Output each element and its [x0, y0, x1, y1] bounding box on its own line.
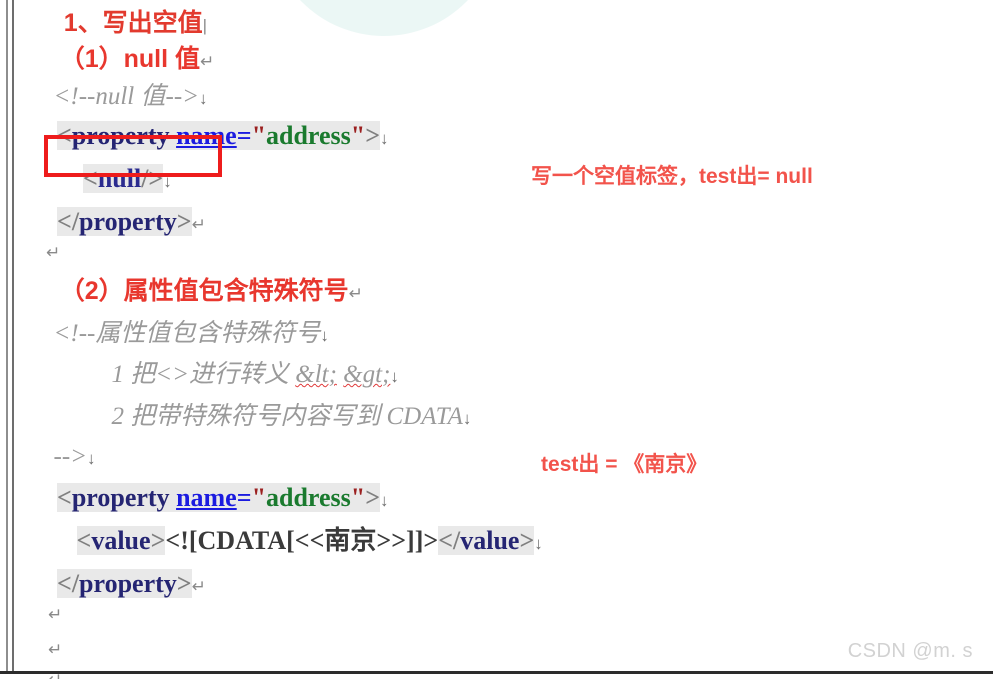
pilcrow-mark: ↵	[48, 605, 63, 624]
document-content: 1、写出空值| （1）null 值↵ <!--null 值-->↓ <prope…	[0, 0, 993, 679]
pilcrow-mark: ↵	[191, 215, 206, 234]
pilcrow-mark: ↵	[348, 284, 363, 303]
csdn-watermark: CSDN @m. s	[847, 640, 973, 662]
code-highlight-span: </value>	[438, 526, 535, 555]
down-arrow-mark: ↓	[534, 534, 543, 553]
cdata-close-token: ]]>	[406, 526, 439, 555]
down-arrow-mark: ↓	[380, 129, 389, 148]
section-1-annotation-note: 写一个空值标签，test出= null	[531, 165, 813, 188]
section-2-comment-body-line-2: 2 把带特殊符号内容写到 CDATA↓	[111, 403, 472, 430]
blank-line-mark-4: ↵	[24, 655, 62, 679]
cdata-content: <<南京>>	[294, 526, 407, 555]
document-page: 1、写出空值| （1）null 值↵ <!--null 值-->↓ <prope…	[0, 0, 993, 679]
pilcrow-mark: ↵	[191, 577, 206, 596]
null-tag-annotation-box	[44, 135, 222, 177]
down-arrow-mark: ↓	[462, 409, 472, 428]
section-2-annotation-note: test出 = 《南京》	[541, 453, 708, 476]
pilcrow-mark: ↵	[48, 670, 62, 679]
code-highlight-span: </property>	[57, 207, 192, 236]
code-highlight-span: </property>	[57, 569, 192, 598]
